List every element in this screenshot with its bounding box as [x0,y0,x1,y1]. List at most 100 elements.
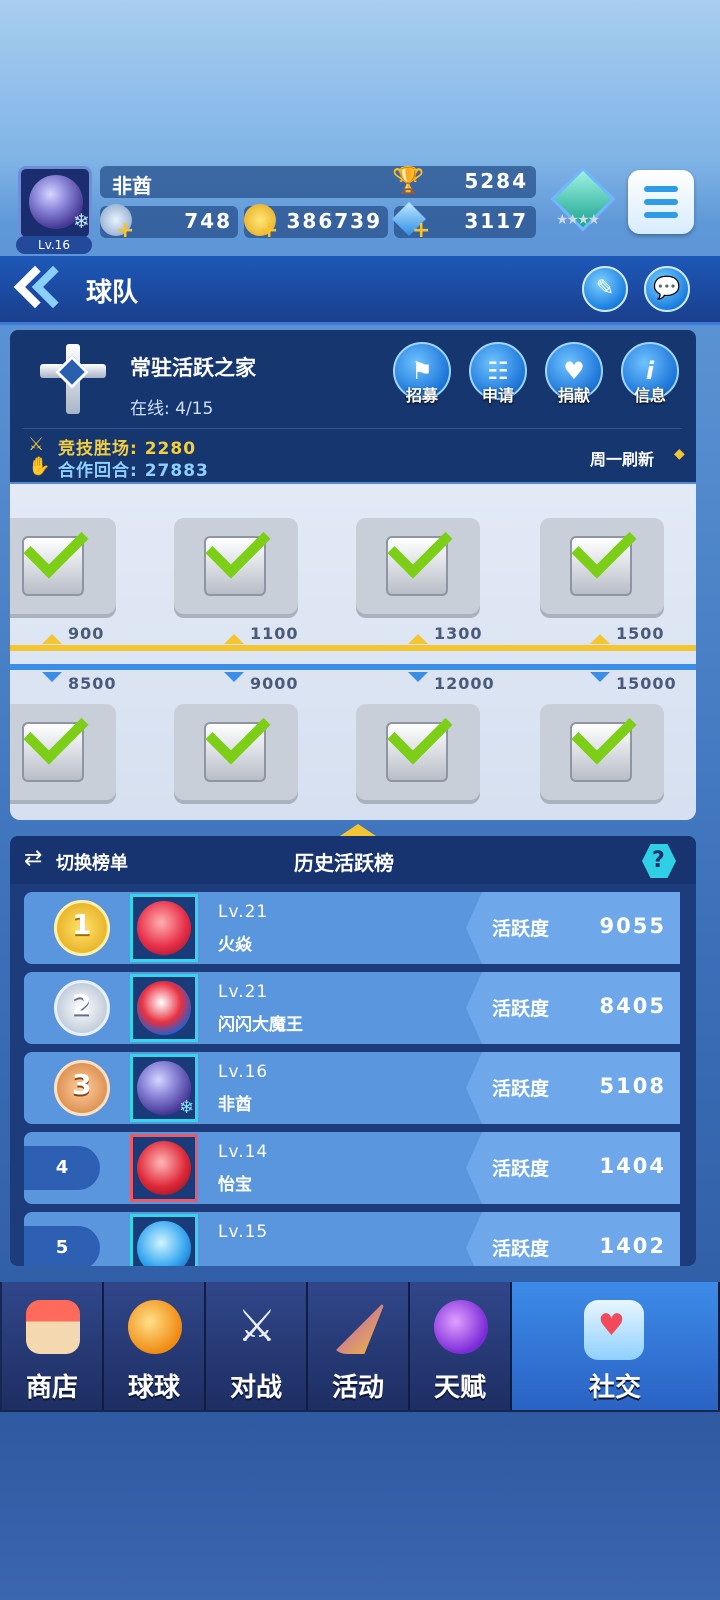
activity-value: 5108 [599,1074,666,1098]
ranking-row[interactable]: 1 Lv.21 火焱 活跃度 9055 [24,892,680,964]
plus-icon: + [260,218,279,243]
player-avatar [130,894,198,962]
player-name: 闪闪大魔王 [218,1015,303,1035]
ranking-row[interactable]: 3 ❄ Lv.16 非酋 活跃度 5108 [24,1052,680,1124]
shop-icon [26,1300,80,1354]
threshold-label: 1500 [616,624,665,643]
rank-number: 5 [24,1226,100,1266]
ranking-panel: ⇄ 切换榜单 历史活跃榜 ? 1 Lv.21 火焱 活跃度 9055 2 Lv.… [10,836,696,1266]
reward-chest[interactable] [356,699,480,800]
swirl-orb-icon [137,981,191,1035]
player-name: 火焱 [218,935,252,955]
marker-up-icon [224,634,244,644]
player-level: Lv.21 [218,982,269,1002]
player-name: 怡宝 [218,1175,252,1195]
page-header: 球队 ✎ 💬 [0,256,720,325]
bronze-medal-icon: 3 [32,1058,128,1118]
reward-chest[interactable] [174,513,298,614]
back-button[interactable] [13,264,75,314]
collapse-arrow-icon[interactable] [340,824,376,836]
coins-bar[interactable]: + 386739 [244,204,388,243]
energy-count: 748 [184,209,232,233]
rank-number: 2 [72,988,92,1021]
threshold-label: 1300 [434,624,483,643]
fire-orb-icon [137,901,191,955]
trophy-icon: 🏆 [392,166,425,196]
gem-count: 3117 [464,209,528,233]
threshold-label: 12000 [434,674,495,693]
crossed-swords-icon: ⚔ [237,1301,277,1352]
reward-chest[interactable] [540,699,664,800]
activity-value: 8405 [599,994,666,1018]
gems-bar[interactable]: + 3117 [392,202,536,243]
threshold-label: 900 [68,624,105,643]
ranking-row[interactable]: 4 Lv.14 怡宝 活跃度 1404 [24,1132,680,1204]
party-popper-icon [332,1300,386,1354]
rank-emblem-icon[interactable]: ★★★★ [550,166,616,234]
diamond-icon: ◆ [674,446,685,462]
activity-label: 活跃度 [492,998,550,1020]
player-avatar [130,974,198,1042]
donate-button[interactable]: ♥ 捐献 [540,342,608,406]
marker-down-icon [590,672,610,682]
plus-icon: + [116,218,135,243]
recruit-button[interactable]: ⚑ 招募 [388,342,456,406]
player-avatar [130,1214,198,1266]
marker-up-icon [408,634,428,644]
reward-chest[interactable] [10,699,116,800]
marker-up-icon [42,634,62,644]
player-avatar: ❄ [130,1054,198,1122]
marker-down-icon [408,672,428,682]
edit-button[interactable]: ✎ [582,266,628,312]
tab-label: 对战 [229,1373,282,1403]
player-level: Lv.21 [218,902,269,922]
activity-label: 活跃度 [492,918,550,940]
reward-chest[interactable] [356,513,480,614]
tab-label: 活动 [331,1373,384,1403]
tab-shop[interactable]: 商店 [2,1282,104,1410]
activity-value: 9055 [599,914,666,938]
marker-down-icon [42,672,62,682]
bottom-nav: 商店 球球 ⚔ 对战 活动 天赋 ♥ 社交 [0,1282,720,1412]
menu-button[interactable] [628,170,694,234]
info-button[interactable]: i 信息 [616,342,684,406]
threshold-label: 15000 [616,674,677,693]
player-level: Lv.15 [218,1222,269,1242]
coin-count: 386739 [286,209,382,233]
tab-label: 球球 [127,1373,180,1403]
trophy-count: 5284 [464,169,528,193]
tab-talent[interactable]: 天赋 [410,1282,512,1410]
tab-balls[interactable]: 球球 [104,1282,206,1410]
player-name: 非酋 [112,174,152,198]
player-avatar[interactable]: ❄ [18,166,92,240]
chat-button[interactable]: 💬 [644,266,690,312]
tab-label: 社交 [588,1373,641,1403]
apply-button[interactable]: ☷ 申请 [464,342,532,406]
ranking-row[interactable]: 2 Lv.21 闪闪大魔王 活跃度 8405 [24,972,680,1044]
tab-events[interactable]: 活动 [308,1282,410,1410]
activity-value: 1404 [599,1154,666,1178]
ranking-row[interactable]: 5 Lv.15 活跃度 1402 [24,1212,680,1266]
reward-chest[interactable] [174,699,298,800]
activity-label: 活跃度 [492,1078,550,1100]
reward-chest[interactable] [10,513,116,614]
tab-social[interactable]: ♥ 社交 [512,1282,720,1410]
threshold-label: 1100 [250,624,299,643]
energy-bar[interactable]: + 748 [100,204,238,243]
tab-label: 天赋 [433,1373,486,1403]
tab-battle[interactable]: ⚔ 对战 [206,1282,308,1410]
threshold-label: 8500 [68,674,117,693]
team-name: 常驻活跃之家 [130,356,256,380]
donate-label: 捐献 [557,386,590,405]
progress-line-blue [10,664,696,670]
reward-chest[interactable] [540,513,664,614]
snowflake-icon: ❄ [179,1097,195,1118]
player-level-badge: Lv.16 [16,236,92,254]
handshake-icon: ✋ [28,456,51,477]
switch-board-button[interactable]: ⇄ 切换榜单 [24,846,164,876]
swap-icon: ⇄ [24,846,43,871]
heart-icon: ♥ [598,1308,625,1343]
gold-medal-icon: 1 [32,898,128,958]
planet-icon [434,1300,488,1354]
help-button[interactable]: ? [642,844,676,878]
